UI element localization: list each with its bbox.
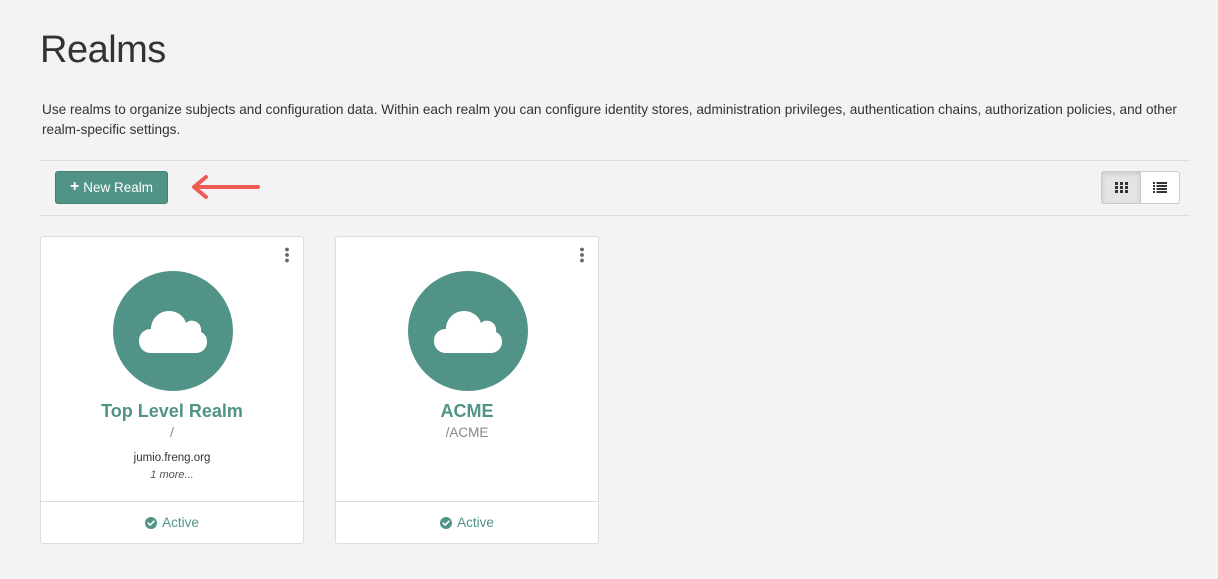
list-view-button[interactable] bbox=[1141, 171, 1180, 204]
list-icon bbox=[1153, 182, 1167, 193]
grid-icon bbox=[1114, 182, 1128, 193]
toolbar-divider-top bbox=[40, 160, 1190, 161]
view-mode-toggle bbox=[1101, 171, 1180, 204]
realm-hostname: jumio.freng.org bbox=[133, 452, 211, 464]
page-description: Use realms to organize subjects and conf… bbox=[42, 102, 1177, 137]
toolbar-divider-bottom bbox=[40, 215, 1190, 216]
kebab-menu-icon[interactable] bbox=[283, 247, 291, 263]
page-title: Realms bbox=[40, 29, 166, 71]
status-label: Active bbox=[457, 515, 494, 530]
realm-path: / bbox=[170, 425, 174, 440]
annotation-arrow-icon bbox=[192, 175, 260, 199]
kebab-menu-icon[interactable] bbox=[578, 247, 586, 263]
realm-name[interactable]: Top Level Realm bbox=[41, 401, 303, 422]
check-circle-icon bbox=[440, 516, 453, 529]
realm-status: Active bbox=[41, 501, 303, 543]
realm-name[interactable]: ACME bbox=[336, 401, 598, 422]
realm-card-top-level[interactable]: Top Level Realm / jumio.freng.org 1 more… bbox=[40, 236, 304, 544]
realm-path: /ACME bbox=[445, 425, 489, 440]
check-circle-icon bbox=[145, 516, 158, 529]
realm-avatar bbox=[408, 271, 528, 391]
plus-icon: + bbox=[69, 178, 80, 195]
realms-page: Realms Use realms to organize subjects a… bbox=[0, 0, 1218, 579]
cloud-icon bbox=[434, 311, 502, 353]
cloud-icon bbox=[139, 311, 207, 353]
new-realm-label: New Realm bbox=[83, 180, 154, 195]
grid-view-button[interactable] bbox=[1101, 171, 1141, 204]
realm-more-aliases[interactable]: 1 more... bbox=[41, 469, 303, 481]
realm-status: Active bbox=[336, 501, 598, 543]
status-label: Active bbox=[162, 515, 199, 530]
new-realm-button[interactable]: + New Realm bbox=[55, 171, 168, 204]
realm-avatar bbox=[113, 271, 233, 391]
realm-card-acme[interactable]: ACME /ACME Active bbox=[335, 236, 599, 544]
